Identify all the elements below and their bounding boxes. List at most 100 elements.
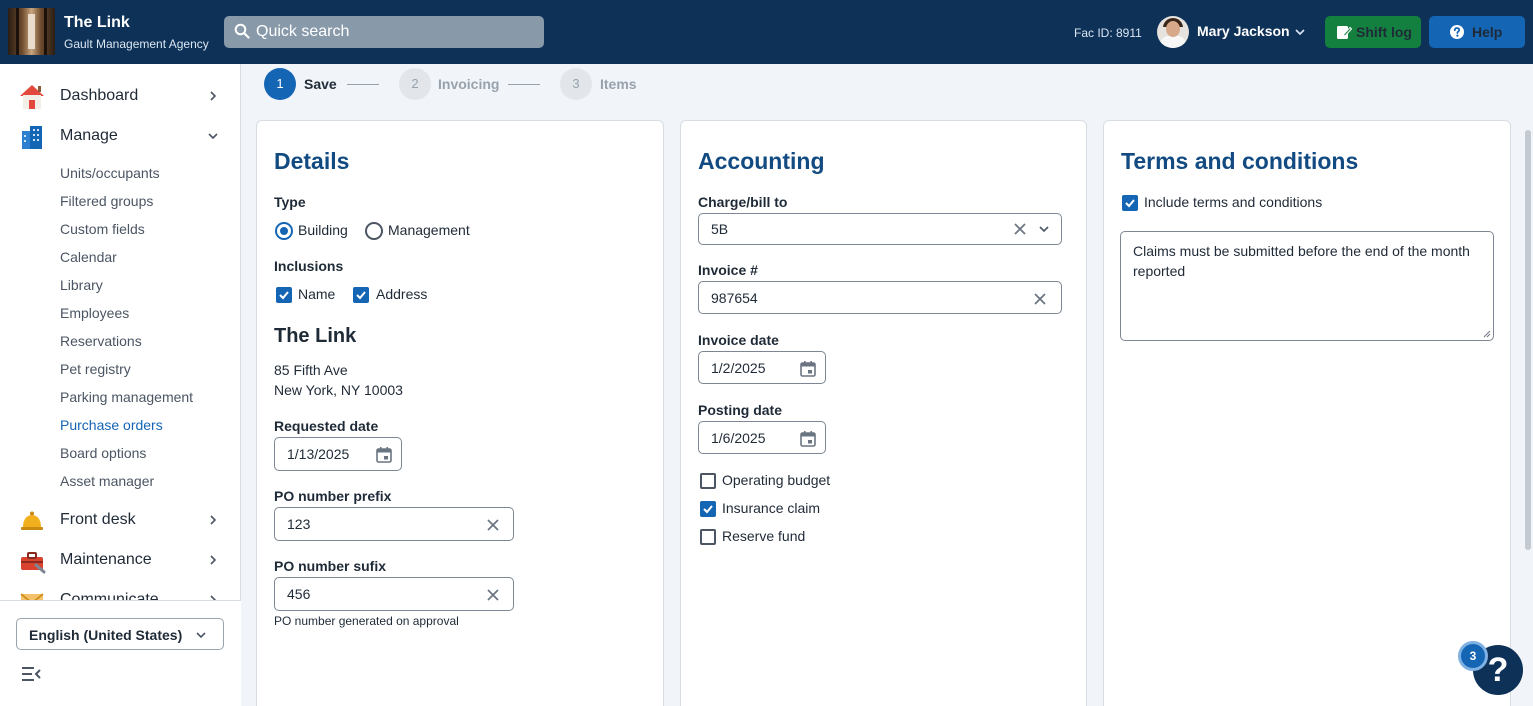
- step-2-label[interactable]: Invoicing: [438, 76, 499, 92]
- invoice-date-value: 1/2/2025: [711, 360, 766, 376]
- collapse-menu-icon[interactable]: [21, 665, 41, 683]
- sidebar-subitem-employees[interactable]: Employees: [60, 305, 129, 321]
- invoice-date-field[interactable]: 1/2/2025: [698, 351, 826, 384]
- step-3-number[interactable]: 3: [560, 68, 592, 100]
- invoice-number-input[interactable]: 987654: [698, 281, 1062, 314]
- shift-log-button[interactable]: Shift log: [1325, 16, 1421, 48]
- shift-log-label: Shift log: [1356, 24, 1412, 40]
- step-connector: [508, 84, 540, 85]
- help-badge-count: 3: [1458, 641, 1488, 671]
- details-title: Details: [274, 148, 350, 174]
- chevron-down-icon[interactable]: [1038, 223, 1050, 235]
- include-name-label[interactable]: Name: [298, 286, 335, 302]
- sidebar-subitem-units-occupants[interactable]: Units/occupants: [60, 165, 160, 181]
- po-prefix-label: PO number prefix: [274, 488, 392, 504]
- top-bar: The Link Gault Management Agency Quick s…: [0, 0, 1533, 64]
- calendar-icon[interactable]: [799, 430, 817, 448]
- language-select[interactable]: English (United States): [16, 618, 224, 650]
- clear-icon[interactable]: [486, 518, 500, 532]
- posting-date-field[interactable]: 1/6/2025: [698, 421, 826, 454]
- chevron-right-icon: [210, 91, 217, 101]
- building-logo[interactable]: [8, 8, 55, 55]
- check-icon: [279, 291, 289, 300]
- sidebar-subitem-reservations[interactable]: Reservations: [60, 333, 142, 349]
- sidebar-subitem-asset-manager[interactable]: Asset manager: [60, 473, 154, 489]
- calendar-icon[interactable]: [799, 360, 817, 378]
- calendar-icon[interactable]: [375, 446, 393, 464]
- help-label: Help: [1472, 24, 1503, 40]
- address-line-1: 85 Fifth Ave: [274, 362, 348, 378]
- chevron-down-icon[interactable]: [1294, 26, 1306, 38]
- type-management-label[interactable]: Management: [388, 222, 470, 238]
- chevron-right-icon: [210, 515, 217, 525]
- sidebar-subitem-custom-fields[interactable]: Custom fields: [60, 221, 145, 237]
- edit-note-icon: [1337, 26, 1352, 39]
- charge-bill-to-value: 5B: [711, 221, 729, 237]
- operating-budget-label[interactable]: Operating budget: [722, 472, 830, 488]
- reserve-fund-checkbox[interactable]: [700, 529, 716, 545]
- clear-icon[interactable]: [1033, 292, 1047, 306]
- requested-date-field[interactable]: 1/13/2025: [274, 437, 402, 471]
- sidebar-item-dashboard[interactable]: Dashboard: [0, 76, 240, 116]
- sidebar-subitem-purchase-orders[interactable]: Purchase orders: [60, 417, 163, 433]
- reserve-fund-label[interactable]: Reserve fund: [722, 528, 805, 544]
- sidebar-subitem-calendar[interactable]: Calendar: [60, 249, 117, 265]
- sidebar-subitem-parking-management[interactable]: Parking management: [60, 389, 193, 405]
- step-connector: [347, 84, 379, 85]
- clear-icon[interactable]: [486, 588, 500, 602]
- sidebar-item-manage[interactable]: Manage: [0, 116, 240, 156]
- terms-text: Claims must be submitted before the end …: [1133, 243, 1470, 279]
- building-icon: [22, 126, 42, 149]
- search-placeholder: Quick search: [256, 23, 350, 40]
- include-terms-label[interactable]: Include terms and conditions: [1144, 194, 1322, 210]
- posting-date-label: Posting date: [698, 402, 783, 418]
- insurance-claim-checkbox[interactable]: [700, 501, 716, 517]
- page-scrollbar[interactable]: [1525, 130, 1531, 550]
- sidebar-item-front-desk[interactable]: Front desk: [0, 500, 240, 540]
- po-prefix-input[interactable]: 123: [274, 507, 514, 541]
- check-icon: [703, 505, 713, 514]
- sidebar-subitem-filtered-groups[interactable]: Filtered groups: [60, 193, 153, 209]
- avatar[interactable]: [1157, 16, 1189, 48]
- terms-textarea[interactable]: Claims must be submitted before the end …: [1120, 231, 1494, 341]
- include-address-label[interactable]: Address: [376, 286, 427, 302]
- clear-icon[interactable]: [1013, 222, 1027, 236]
- type-building-radio[interactable]: [275, 222, 293, 240]
- sidebar-footer: [0, 600, 241, 706]
- inclusions-label: Inclusions: [274, 258, 344, 274]
- operating-budget-checkbox[interactable]: [700, 473, 716, 489]
- address-line-2: New York, NY 10003: [274, 382, 403, 398]
- po-sufix-label: PO number sufix: [274, 558, 387, 574]
- charge-bill-to-select[interactable]: 5B: [698, 213, 1062, 245]
- invoice-date-label: Invoice date: [698, 332, 779, 348]
- include-terms-checkbox[interactable]: [1122, 195, 1138, 211]
- accounting-title: Accounting: [698, 148, 825, 174]
- include-address-checkbox[interactable]: [353, 287, 369, 303]
- sidebar-subitem-library[interactable]: Library: [60, 277, 103, 293]
- po-sufix-input[interactable]: 456: [274, 577, 514, 611]
- app-subtitle: Gault Management Agency: [64, 37, 209, 51]
- user-name[interactable]: Mary Jackson: [1197, 23, 1290, 39]
- invoice-number-label: Invoice #: [698, 262, 758, 278]
- check-icon: [356, 291, 366, 300]
- help-button[interactable]: Help: [1429, 16, 1525, 48]
- insurance-claim-label[interactable]: Insurance claim: [722, 500, 820, 516]
- step-1-label[interactable]: Save: [304, 76, 337, 92]
- step-3-label[interactable]: Items: [600, 76, 637, 92]
- po-sufix-value: 456: [287, 586, 311, 602]
- quick-search-input[interactable]: Quick search: [224, 16, 544, 48]
- check-icon: [1125, 199, 1135, 208]
- sidebar-subitem-pet-registry[interactable]: Pet registry: [60, 361, 131, 377]
- step-2-number[interactable]: 2: [399, 68, 431, 100]
- type-management-radio[interactable]: [365, 222, 383, 240]
- step-1-number[interactable]: 1: [264, 68, 296, 100]
- sidebar-item-maintenance[interactable]: Maintenance: [0, 540, 240, 580]
- requested-date-value: 1/13/2025: [287, 446, 350, 462]
- include-name-checkbox[interactable]: [276, 287, 292, 303]
- sidebar-subitem-board-options[interactable]: Board options: [60, 445, 146, 461]
- building-name: The Link: [274, 325, 357, 347]
- charge-bill-to-label: Charge/bill to: [698, 194, 788, 210]
- resize-grip-icon[interactable]: [1483, 330, 1491, 338]
- type-building-label[interactable]: Building: [298, 222, 348, 238]
- invoice-number-value: 987654: [711, 290, 758, 306]
